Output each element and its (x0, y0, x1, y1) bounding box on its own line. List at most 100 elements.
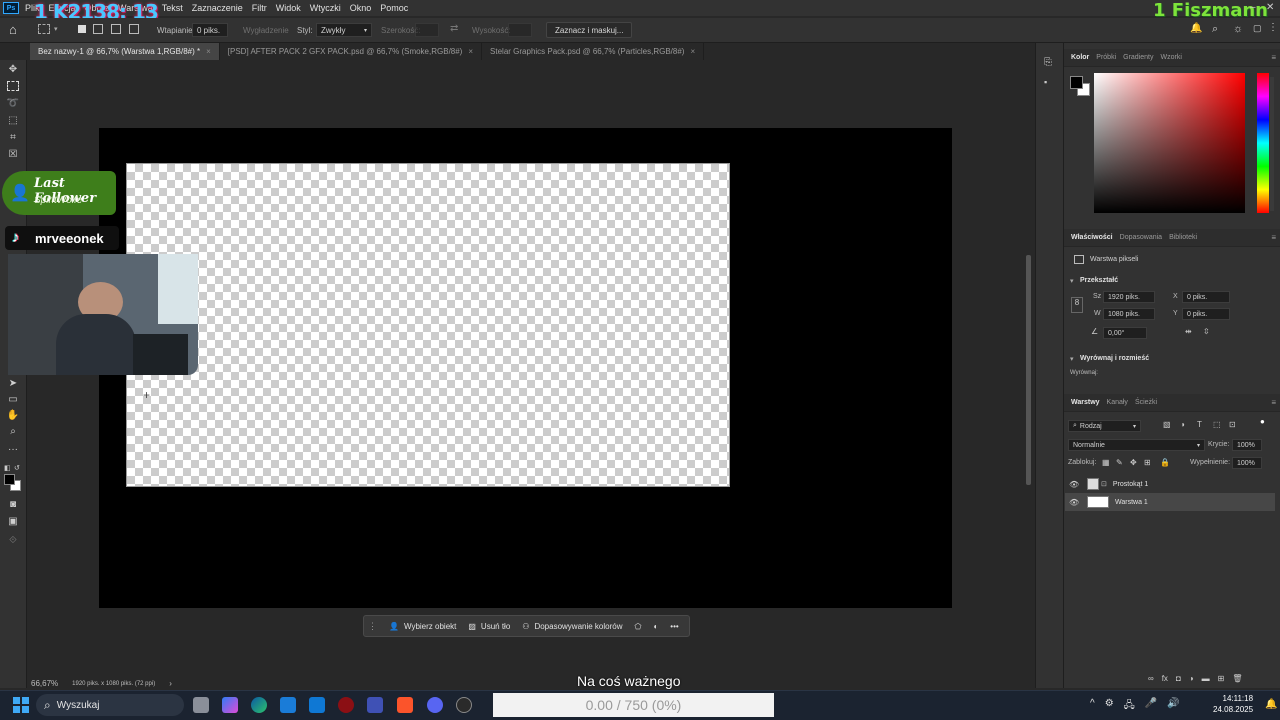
intersect-selection-icon[interactable] (129, 24, 139, 34)
hue-slider[interactable] (1257, 73, 1269, 213)
panel-menu-icon[interactable]: ≡ (1271, 398, 1276, 407)
menu-window[interactable]: Okno (350, 3, 372, 13)
drag-handle-icon[interactable]: ⋮ (368, 621, 377, 632)
tab-libraries[interactable]: Biblioteki (1169, 234, 1197, 241)
brave-icon[interactable] (397, 697, 413, 713)
workspace-icon[interactable]: ☼ (1233, 23, 1243, 35)
height-input[interactable] (508, 23, 532, 37)
zoom-tool-icon[interactable]: ⌕ (6, 426, 20, 438)
filter-smart-object-icon[interactable]: ⊡ (1229, 420, 1236, 429)
mask-button[interactable]: ◐ (653, 622, 658, 631)
crop-tool-icon[interactable]: ⌗ (6, 132, 20, 144)
fill-input[interactable]: 100% (1232, 457, 1262, 469)
panel-menu-icon[interactable]: ≡ (1271, 53, 1276, 62)
task-view-icon[interactable] (193, 697, 209, 713)
layer-name[interactable]: Warstwa 1 (1115, 499, 1148, 506)
minimize-icon[interactable]: – (1250, 2, 1256, 13)
tab-swatches[interactable]: Próbki (1096, 54, 1116, 61)
menu-filter[interactable]: Filtr (252, 3, 267, 13)
color-panel-scrollbar[interactable] (1270, 77, 1274, 211)
swap-colors-icon[interactable]: ↺ (14, 464, 20, 472)
new-layer-icon[interactable]: ⊞ (1218, 674, 1225, 683)
angle-input[interactable]: 0,00° (1103, 327, 1147, 339)
swap-icon[interactable]: ⇄ (450, 23, 458, 34)
rectangle-tool-icon[interactable]: ▭ (6, 394, 20, 406)
chevron-down-icon[interactable]: ▾ (54, 25, 58, 33)
home-icon[interactable]: ⌂ (9, 23, 17, 36)
object-selection-tool-icon[interactable]: ⬚ (6, 115, 20, 127)
tab-stelar-pack[interactable]: Stelar Graphics Pack.psd @ 66,7% (Partic… (482, 43, 705, 60)
tab-paths[interactable]: Ścieżki (1135, 399, 1157, 406)
filter-adjustment-icon[interactable]: ◑ (1180, 420, 1185, 429)
quick-mask-icon[interactable]: ◙ (6, 499, 20, 511)
filter-type-icon[interactable]: T (1197, 420, 1202, 429)
layer-row[interactable]: 👁 ⊡ Prostokąt 1 (1065, 475, 1275, 493)
move-tool-icon[interactable]: ✥ (6, 64, 20, 76)
color-match-button[interactable]: ⚇ Dopasowywanie kolorów (522, 622, 622, 631)
eye-icon[interactable]: 👁 (1069, 498, 1083, 507)
new-group-icon[interactable]: ▬ (1202, 674, 1210, 683)
smoothing-checkbox-label[interactable]: Wygładzenie (243, 26, 289, 35)
obs-icon[interactable] (456, 697, 472, 713)
document-canvas[interactable] (126, 163, 730, 487)
foreground-color-swatch[interactable] (4, 474, 15, 485)
tab-layers[interactable]: Warstwy (1071, 399, 1100, 406)
notifications-icon[interactable]: 🔔 (1265, 699, 1277, 710)
menu-help[interactable]: Pomoc (380, 3, 408, 13)
fx-icon[interactable]: fx (1162, 674, 1168, 683)
tab-after-pack[interactable]: [PSD] AFTER PACK 2 GFX PACK.psd @ 66,7% … (220, 43, 483, 60)
align-section-header[interactable]: Wyrównaj i rozmieść (1080, 355, 1149, 362)
status-arrow-icon[interactable]: › (169, 679, 172, 688)
height-input[interactable]: 1080 piks. (1103, 308, 1155, 320)
blend-mode-select[interactable]: Normalnie ▾ (1068, 439, 1205, 451)
zoom-level[interactable]: 66,67% (31, 679, 58, 688)
close-icon[interactable]: × (468, 47, 473, 56)
y-input[interactable]: 0 piks. (1182, 308, 1230, 320)
volume-icon[interactable]: 🔊 (1167, 698, 1179, 715)
more-options-button[interactable]: ••• (670, 622, 678, 631)
tab-gradients[interactable]: Gradienty (1123, 54, 1153, 61)
layer-row[interactable]: 👁 Warstwa 1 (1065, 493, 1275, 511)
width-input[interactable] (415, 23, 439, 37)
search-icon[interactable]: ⌕ (1212, 23, 1218, 36)
opacity-input[interactable]: 100% (1232, 439, 1262, 451)
tray-app-icon[interactable]: ⚙ (1105, 698, 1114, 715)
close-window-icon[interactable]: ✕ (1266, 2, 1274, 13)
add-selection-icon[interactable] (93, 24, 103, 34)
new-selection-icon[interactable] (78, 25, 86, 33)
style-select[interactable]: Zwykły ▾ (316, 23, 372, 37)
app-red-icon[interactable] (338, 697, 354, 713)
link-icon[interactable]: 8 (1071, 297, 1083, 313)
history-icon[interactable]: ⎘ (1044, 57, 1052, 68)
width-input[interactable]: 1920 piks. (1103, 291, 1155, 303)
transform-section-header[interactable]: Przekształć (1080, 277, 1118, 284)
network-icon[interactable]: 🖧 (1124, 698, 1135, 715)
copilot-icon[interactable] (222, 697, 238, 713)
outlook-icon[interactable] (309, 697, 325, 713)
default-colors-icon[interactable]: ◧ (4, 464, 11, 472)
lock-image-icon[interactable]: ✎ (1116, 458, 1123, 467)
lasso-tool-icon[interactable]: ➰ (6, 98, 20, 110)
vertical-scrollbar[interactable] (1026, 255, 1031, 485)
store-icon[interactable] (280, 697, 296, 713)
close-icon[interactable]: × (690, 47, 695, 56)
more-tools-icon[interactable]: ··· (6, 444, 20, 456)
more-icon[interactable]: ⋮ (1268, 22, 1278, 33)
menu-view[interactable]: Widok (276, 3, 301, 13)
lock-position-icon[interactable]: ✥ (1130, 458, 1137, 467)
close-icon[interactable]: × (206, 47, 211, 56)
panel-menu-icon[interactable]: ≡ (1271, 233, 1276, 242)
lock-transparent-icon[interactable]: ▦ (1102, 458, 1110, 467)
edge-icon[interactable] (251, 697, 267, 713)
tab-properties[interactable]: Właściwości (1071, 234, 1113, 241)
remove-background-button[interactable]: ▨ Usuń tło (468, 622, 510, 631)
menu-plugins[interactable]: Wtyczki (310, 3, 341, 13)
app-blue-icon[interactable] (367, 697, 383, 713)
marquee-tool-preset-icon[interactable] (38, 24, 50, 34)
adjustment-layer-icon[interactable]: ◑ (1189, 674, 1194, 683)
chevron-down-icon[interactable]: ▾ (1070, 355, 1074, 363)
flip-vertical-icon[interactable]: ⇳ (1203, 327, 1210, 336)
flip-horizontal-icon[interactable]: ⇹ (1185, 327, 1192, 336)
clock[interactable]: 14:11:18 24.08.2025 (1213, 693, 1253, 715)
discord-icon[interactable] (427, 697, 443, 713)
